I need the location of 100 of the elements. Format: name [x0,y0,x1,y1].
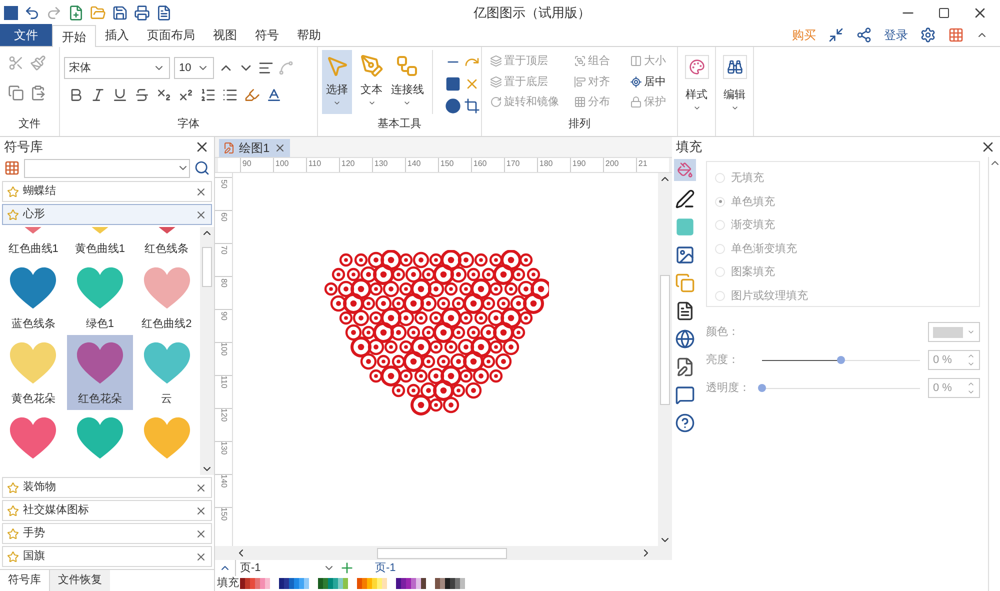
line-spacing-icon[interactable] [200,87,216,103]
symbol-item[interactable]: 云 [133,335,200,410]
new-file-icon[interactable] [68,4,84,20]
rectangle-icon[interactable] [444,76,461,92]
ribbon-tab[interactable]: 帮助 [288,24,330,46]
font-name-field[interactable]: 宋体 [64,57,170,79]
radio-button[interactable] [715,290,725,301]
align-icon[interactable] [258,60,274,76]
highlight-icon[interactable] [244,87,260,103]
share-icon[interactable] [856,27,872,43]
add-page-icon[interactable] [339,560,355,576]
decrement-icon[interactable] [967,388,975,396]
symbol-item[interactable]: 黄色曲线1 [66,227,134,260]
symbol-item[interactable]: 红色曲线2 [133,260,200,335]
search-icon[interactable] [194,160,210,176]
subscript-icon[interactable] [156,87,172,103]
line-tool-icon[interactable] [675,189,695,209]
document-tab[interactable]: 绘图1 [219,139,290,157]
category-label: 装饰物 [23,480,57,496]
tool-button[interactable]: 连接线 [390,50,424,114]
font-color-icon[interactable] [266,87,282,103]
symbol-item[interactable]: 蓝色线条 [0,260,67,335]
style-button[interactable]: 样式 [678,47,716,136]
panel-tab[interactable]: 文件恢复 [50,570,110,591]
ribbon-tab[interactable]: 视图 [204,24,246,46]
scrollbar[interactable] [988,157,1000,591]
radio-button[interactable] [715,173,725,184]
symbol-item[interactable]: 红色曲线1 [0,227,67,260]
app-icon[interactable] [948,27,964,43]
close-icon[interactable] [195,482,207,494]
ribbon-tab[interactable]: 页面布局 [138,24,204,46]
category-header[interactable]: 社交媒体图标 [2,500,212,521]
save-icon[interactable] [112,4,128,20]
login-link[interactable]: 登录 [884,26,908,44]
symbol-item[interactable]: 黄色花朵 [0,335,67,410]
globe-icon[interactable] [675,329,695,349]
radio-button[interactable] [715,267,725,278]
scrollbar[interactable] [215,546,672,560]
tool-button[interactable]: 选择 [322,50,352,114]
category-header[interactable]: 装饰物 [2,477,212,498]
strikethrough-icon[interactable] [134,87,150,103]
copy-icon[interactable] [8,85,24,102]
paste-icon[interactable] [30,85,46,102]
tool-button[interactable]: 文本 [356,50,387,114]
scroll-thumb[interactable] [377,548,507,558]
search-field[interactable] [24,158,190,178]
close-icon[interactable] [195,550,207,562]
slider-track[interactable] [762,355,920,365]
page-icon[interactable] [675,301,695,321]
underline-icon[interactable] [112,87,128,103]
ellipse-icon[interactable] [444,98,461,114]
category-header[interactable]: 国旗 [2,546,212,567]
radio-button[interactable] [715,196,725,207]
ribbon-tab[interactable]: 插入 [96,24,138,46]
radio-button[interactable] [715,220,725,230]
ribbon-tab[interactable]: 符号 [246,24,288,46]
scroll-thumb[interactable] [660,275,670,405]
close-icon[interactable] [195,528,207,540]
category-header[interactable]: 心形 [2,204,212,225]
close-icon[interactable] [195,504,207,516]
library-icon[interactable] [4,160,20,176]
symbol-item[interactable]: 红色线条 [133,227,200,260]
dropdown-icon[interactable] [967,328,975,336]
slider-thumb[interactable] [758,384,766,392]
symbol-item[interactable]: 红色花朵 [66,335,134,410]
ribbon-tab[interactable]: 开始 [52,25,96,47]
increment-icon[interactable] [967,352,975,360]
help-icon[interactable] [675,413,695,433]
close-icon[interactable] [195,208,207,220]
document-icon[interactable] [156,4,172,20]
slider-thumb[interactable] [837,356,845,364]
bullet-list-icon[interactable] [222,87,238,103]
font-size-field[interactable]: 10 [174,57,214,79]
italic-icon[interactable] [90,87,106,103]
scrollbar[interactable] [200,227,214,475]
maximize-icon[interactable] [938,6,950,18]
close-icon[interactable] [195,186,207,198]
radio-button[interactable] [715,244,725,254]
increment-icon[interactable] [967,380,975,388]
file-menu-button[interactable]: 文件 [0,24,52,46]
scroll-thumb[interactable] [202,247,212,287]
image-icon[interactable] [675,245,695,265]
star-icon [7,528,19,540]
close-icon[interactable] [274,142,286,154]
color-dropdown[interactable] [928,322,980,342]
arrange-button[interactable]: 居中 [630,74,678,90]
edit-button[interactable]: 编辑 [716,47,754,136]
superscript-icon[interactable] [178,87,194,103]
print-icon[interactable] [134,4,150,20]
canvas[interactable] [233,173,658,546]
decrement-icon[interactable] [967,360,975,368]
category-header[interactable]: 蝴蝶结 [2,181,212,202]
scrollbar[interactable] [658,173,672,546]
undo-icon[interactable] [24,4,40,20]
category-header[interactable]: 手势 [2,523,212,544]
comment-icon[interactable] [675,385,695,405]
symbol-item[interactable]: 绿色1 [66,260,134,335]
page-tab[interactable]: 页-1 [375,560,396,576]
crop-icon[interactable] [464,98,480,114]
settings-icon[interactable] [920,27,936,43]
